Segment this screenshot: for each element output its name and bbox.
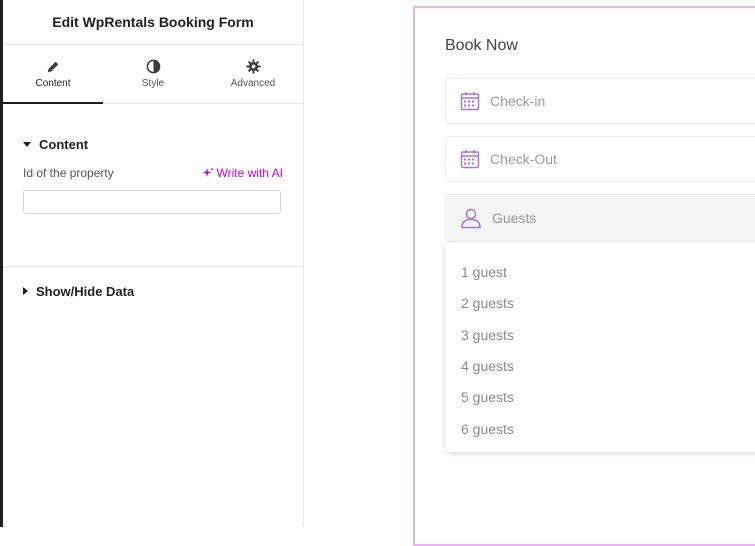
property-id-row: Id of the property Write with AI [23, 166, 283, 180]
tab-advanced[interactable]: Advanced [203, 45, 303, 103]
panel-header: Edit WpRentals Booking Form [3, 0, 303, 45]
tab-style[interactable]: Style [103, 45, 203, 103]
show-hide-section-title: Show/Hide Data [36, 283, 135, 299]
guests-dropdown: 1 guest 2 guests 3 guests 4 guests 5 gue… [445, 242, 755, 452]
half-circle-icon [146, 59, 160, 74]
preview-canvas: Book Now Check-in Check-Out Guests 1 gue… [304, 0, 755, 546]
panel-title: Edit WpRentals Booking Form [52, 14, 254, 30]
tab-advanced-label: Advanced [230, 78, 276, 89]
calendar-icon [460, 92, 480, 111]
tab-style-label: Style [141, 78, 165, 89]
property-id-label: Id of the property [23, 166, 114, 180]
guest-option[interactable]: 4 guests [461, 358, 514, 374]
tab-content-label: Content [35, 77, 71, 89]
write-with-ai-label: Write with AI [216, 166, 283, 180]
panel-tabs: Content Style Advanced [3, 45, 303, 104]
guest-option[interactable]: 2 guests [461, 295, 514, 311]
checkout-field[interactable]: Check-Out [445, 136, 755, 182]
guest-option[interactable]: 5 guests [461, 389, 514, 405]
write-with-ai-button[interactable]: Write with AI [202, 166, 283, 180]
content-section-title: Content [39, 136, 89, 152]
caret-down-icon [23, 141, 31, 147]
caret-right-icon [23, 287, 28, 295]
gear-icon [245, 59, 261, 74]
calendar-icon [460, 150, 480, 169]
editor-panel: Edit WpRentals Booking Form Content Styl… [3, 0, 304, 527]
section-divider [3, 266, 303, 267]
guest-option[interactable]: 3 guests [461, 327, 514, 343]
pencil-icon [47, 61, 59, 72]
guests-placeholder: Guests [492, 210, 537, 226]
checkout-placeholder: Check-Out [490, 151, 557, 167]
content-section-toggle[interactable]: Content [23, 124, 283, 164]
sparkle-icon [202, 167, 214, 177]
user-icon [461, 208, 481, 229]
form-title: Book Now [445, 37, 518, 54]
content-section: Content Id of the property Write with AI [3, 124, 303, 214]
tab-content[interactable]: Content [3, 45, 103, 104]
guests-field[interactable]: Guests [445, 194, 755, 242]
guest-option[interactable]: 1 guest [461, 264, 507, 280]
guest-option[interactable]: 6 guests [461, 421, 514, 437]
checkin-placeholder: Check-in [490, 93, 546, 109]
show-hide-section-toggle[interactable]: Show/Hide Data [23, 277, 134, 305]
checkin-field[interactable]: Check-in [445, 78, 755, 124]
property-id-input[interactable] [23, 190, 281, 214]
